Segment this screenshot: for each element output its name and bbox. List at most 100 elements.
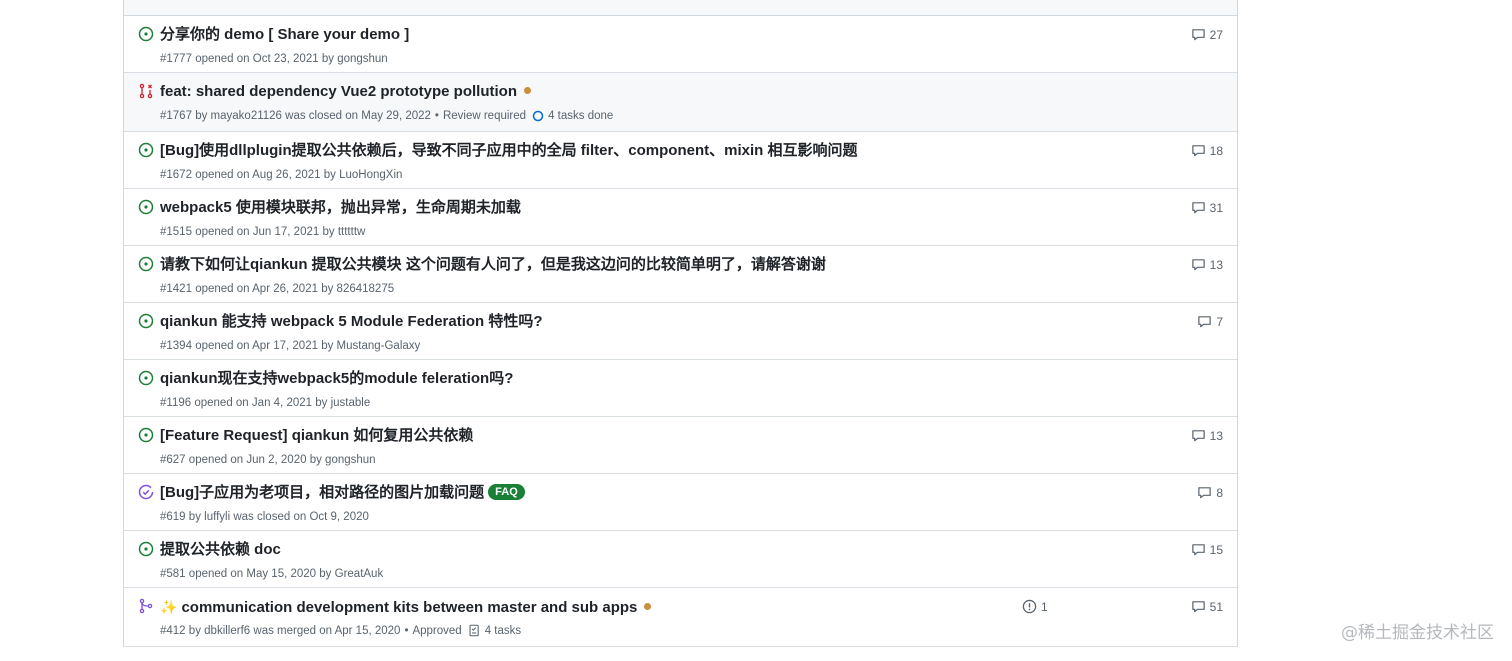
comments-link[interactable]: 13 — [1191, 257, 1223, 272]
issue-title-link[interactable]: 提取公共依赖 doc — [160, 540, 281, 560]
pull-request-merged-icon — [139, 598, 153, 614]
issue-opened-icon — [138, 26, 154, 42]
comment-icon — [1191, 29, 1205, 41]
issue-verb: opened on — [188, 454, 244, 466]
issue-row[interactable]: feat: shared dependency Vue2 prototype p… — [124, 73, 1237, 132]
author-link[interactable]: Mustang-Galaxy — [337, 340, 421, 352]
issue-verb: opened on — [195, 226, 250, 238]
issue-title-text: webpack5 使用模块联邦，抛出异常，生命周期未加载 — [160, 199, 521, 216]
status-dot-icon[interactable] — [524, 87, 531, 94]
faq-label[interactable]: FAQ — [488, 484, 525, 500]
issue-row[interactable]: 提取公共依赖 doc #581 opened on May 15, 2020 by… — [124, 531, 1237, 588]
comments-link[interactable]: 51 — [1191, 599, 1223, 614]
issue-date: Jun 2, 2020 — [246, 454, 307, 466]
issue-verb: was closed on — [233, 511, 307, 523]
author-link[interactable]: gongshun — [337, 53, 388, 65]
issue-row[interactable]: [Bug]使用dllplugin提取公共依赖后，导致不同子应用中的全局 filt… — [124, 132, 1237, 189]
separator-dot: • — [434, 110, 439, 122]
review-status[interactable]: Approved — [412, 625, 461, 637]
issue-verb: opened on — [195, 283, 250, 295]
issue-title-link[interactable]: qiankun现在支持webpack5的module feleration吗? — [160, 369, 513, 389]
comment-count: 8 — [1216, 485, 1223, 500]
issue-by: by — [323, 169, 336, 181]
issue-number: #1421 — [160, 283, 192, 295]
author-link[interactable]: justable — [331, 397, 371, 409]
issue-verb: was merged on — [253, 625, 333, 637]
issue-list: 分享你的 demo [ Share your demo ] #1777 opene… — [123, 0, 1238, 647]
issue-date: Jun 17, 2021 — [252, 226, 320, 238]
issue-title-link[interactable]: ✨ communication development kits between … — [160, 597, 652, 618]
comments-link[interactable]: 31 — [1191, 200, 1223, 215]
issue-title-link[interactable]: qiankun 能支持 webpack 5 Module Federation … — [160, 312, 543, 332]
review-status[interactable]: Review required — [443, 110, 526, 122]
linked-issue-icon — [1022, 599, 1037, 614]
issue-by: by — [321, 340, 334, 352]
issue-by: by — [315, 397, 328, 409]
comments-link[interactable]: 18 — [1191, 143, 1223, 158]
issue-title-link[interactable]: feat: shared dependency Vue2 prototype p… — [160, 82, 531, 102]
sparkle-icon: ✨ — [160, 599, 178, 615]
issue-row[interactable]: [Bug]子应用为老项目，相对路径的图片加载问题 FAQ #619 by luffy… — [124, 474, 1237, 531]
author-link[interactable]: GreatAuk — [335, 568, 384, 580]
issue-title-link[interactable]: [Bug]子应用为老项目，相对路径的图片加载问题 FAQ — [160, 483, 525, 503]
issue-by: by — [195, 110, 208, 122]
issue-title-text: [Bug]子应用为老项目，相对路径的图片加载问题 — [160, 484, 485, 501]
comment-count: 13 — [1209, 257, 1223, 272]
issue-verb: was closed on — [285, 110, 359, 122]
comments-link[interactable]: 7 — [1197, 314, 1223, 329]
issue-row[interactable]: qiankun 能支持 webpack 5 Module Federation … — [124, 303, 1237, 360]
comments-link[interactable]: 8 — [1197, 485, 1223, 500]
issue-by: by — [322, 226, 335, 238]
author-link[interactable]: luffyli — [204, 511, 230, 523]
author-link[interactable]: gongshun — [325, 454, 376, 466]
comment-icon — [1191, 430, 1205, 442]
comment-icon — [1191, 202, 1205, 214]
status-dot-icon[interactable] — [644, 603, 652, 610]
comment-count: 31 — [1209, 200, 1223, 215]
issue-verb: opened on — [194, 397, 249, 409]
linked-issues[interactable]: 1 — [1022, 599, 1048, 614]
issue-meta: #581 opened on May 15, 2020 by GreatAuk — [160, 566, 383, 582]
issue-by: by — [321, 283, 334, 295]
issue-by: by — [309, 454, 322, 466]
issue-opened-icon — [138, 142, 154, 158]
issue-date: Apr 26, 2021 — [252, 283, 318, 295]
issue-number: #1767 — [160, 110, 192, 122]
author-link[interactable]: dbkillerf6 — [204, 625, 250, 637]
issue-row[interactable]: ✨ communication development kits between … — [124, 588, 1237, 647]
issue-row[interactable]: qiankun现在支持webpack5的module feleration吗? #… — [124, 360, 1237, 417]
issue-number: #619 — [160, 511, 186, 523]
issue-title-link[interactable]: [Feature Request] qiankun 如何复用公共依赖 — [160, 426, 473, 446]
issue-title-link[interactable]: webpack5 使用模块联邦，抛出异常，生命周期未加载 — [160, 198, 521, 218]
issue-meta: #1777 opened on Oct 23, 2021 by gongshun — [160, 51, 388, 67]
comments-link[interactable]: 15 — [1191, 542, 1223, 557]
author-link[interactable]: ttttttw — [338, 226, 365, 238]
issue-row[interactable]: webpack5 使用模块联邦，抛出异常，生命周期未加载 #1515 opened… — [124, 189, 1237, 246]
issue-date: Aug 26, 2021 — [252, 169, 321, 181]
issue-date: Jan 4, 2021 — [251, 397, 313, 409]
issue-opened-icon — [138, 427, 154, 443]
comments-link[interactable]: 27 — [1191, 27, 1223, 42]
comment-icon — [1191, 259, 1205, 271]
issue-row[interactable]: 分享你的 demo [ Share your demo ] #1777 opene… — [124, 16, 1237, 73]
issue-title-link[interactable]: 请教下如何让qiankun 提取公共模块 这个问题有人问了，但是我这边问的比较简… — [160, 255, 826, 275]
issue-date: Apr 15, 2020 — [334, 625, 401, 637]
issue-title-link[interactable]: 分享你的 demo [ Share your demo ] — [160, 25, 409, 45]
issue-title-text: qiankun 能支持 webpack 5 Module Federation … — [160, 313, 543, 330]
author-link[interactable]: 826418275 — [337, 283, 395, 295]
comments-link[interactable]: 13 — [1191, 428, 1223, 443]
issue-number: #581 — [160, 568, 186, 580]
author-link[interactable]: LuoHongXin — [339, 169, 402, 181]
comment-icon — [1191, 145, 1205, 157]
comment-count: 18 — [1209, 143, 1223, 158]
issue-opened-icon — [138, 313, 154, 329]
issue-row[interactable]: [Feature Request] qiankun 如何复用公共依赖 #627 o… — [124, 417, 1237, 474]
author-link[interactable]: mayako21126 — [211, 110, 282, 122]
issue-meta: #1421 opened on Apr 26, 2021 by 82641827… — [160, 281, 394, 297]
issue-verb: opened on — [195, 340, 250, 352]
issue-opened-icon — [138, 370, 154, 386]
issue-title-text: feat: shared dependency Vue2 prototype p… — [160, 83, 517, 100]
issue-title-link[interactable]: [Bug]使用dllplugin提取公共依赖后，导致不同子应用中的全局 filt… — [160, 141, 857, 161]
comment-icon — [1191, 601, 1205, 613]
issue-row[interactable]: 请教下如何让qiankun 提取公共模块 这个问题有人问了，但是我这边问的比较简… — [124, 246, 1237, 303]
